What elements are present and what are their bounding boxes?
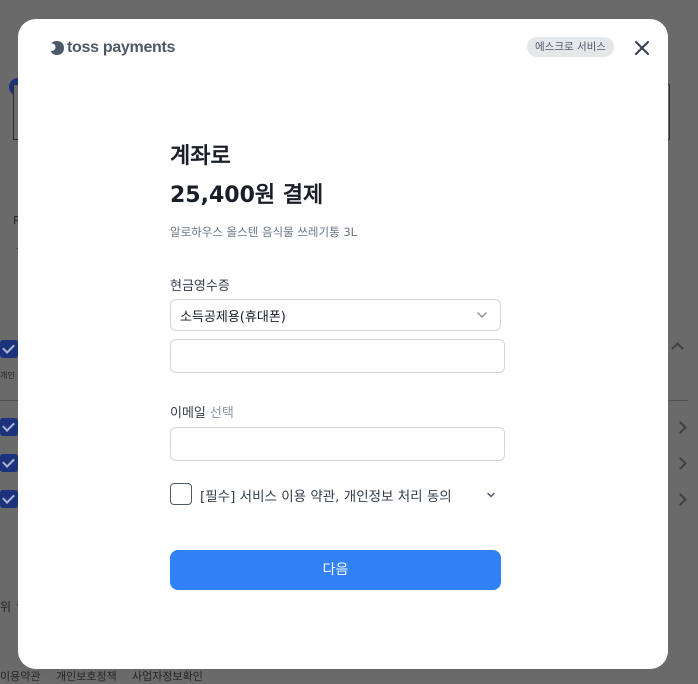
email-label: 이메일 선택 [170, 402, 234, 421]
email-optional-label: 선택 [209, 406, 234, 421]
email-label-text: 이메일 [170, 406, 206, 421]
terms-agreement-row[interactable]: [필수] 서비스 이용 약관, 개인정보 처리 동의 [170, 483, 501, 507]
payment-amount-title: 25,400원 결제 [170, 183, 324, 208]
close-button[interactable] [632, 38, 652, 58]
payment-modal: toss payments 에스크로 서비스 계좌로 25,400원 결제 알로… [18, 19, 668, 669]
email-input[interactable] [170, 427, 505, 461]
terms-agreement-label: [필수] 서비스 이용 약관, 개인정보 처리 동의 [200, 489, 452, 505]
terms-agreement-checkbox[interactable] [170, 483, 192, 505]
phone-number-input[interactable] [170, 339, 505, 373]
chevron-down-icon [477, 312, 487, 318]
cash-receipt-label: 현금영수증 [170, 279, 230, 294]
product-name: 알로하우스 올스텐 음식물 쓰레기통 3L [170, 225, 358, 239]
payment-form: 계좌로 25,400원 결제 알로하우스 올스텐 음식물 쓰레기통 3L 현금영… [170, 143, 505, 590]
toss-payments-logo: toss payments [50, 39, 175, 57]
logo-text: toss payments [67, 39, 176, 56]
escrow-service-badge[interactable]: 에스크로 서비스 [527, 37, 614, 57]
payment-method-title: 계좌로 [170, 144, 231, 169]
next-button[interactable]: 다음 [170, 550, 501, 590]
cash-receipt-type-value: 소득공제용(휴대폰) [180, 310, 286, 325]
cash-receipt-type-select[interactable]: 소득공제용(휴대폰) [170, 299, 501, 331]
expand-chevron-icon[interactable] [486, 490, 496, 500]
toss-logo-icon [50, 41, 64, 55]
close-icon [635, 41, 649, 55]
